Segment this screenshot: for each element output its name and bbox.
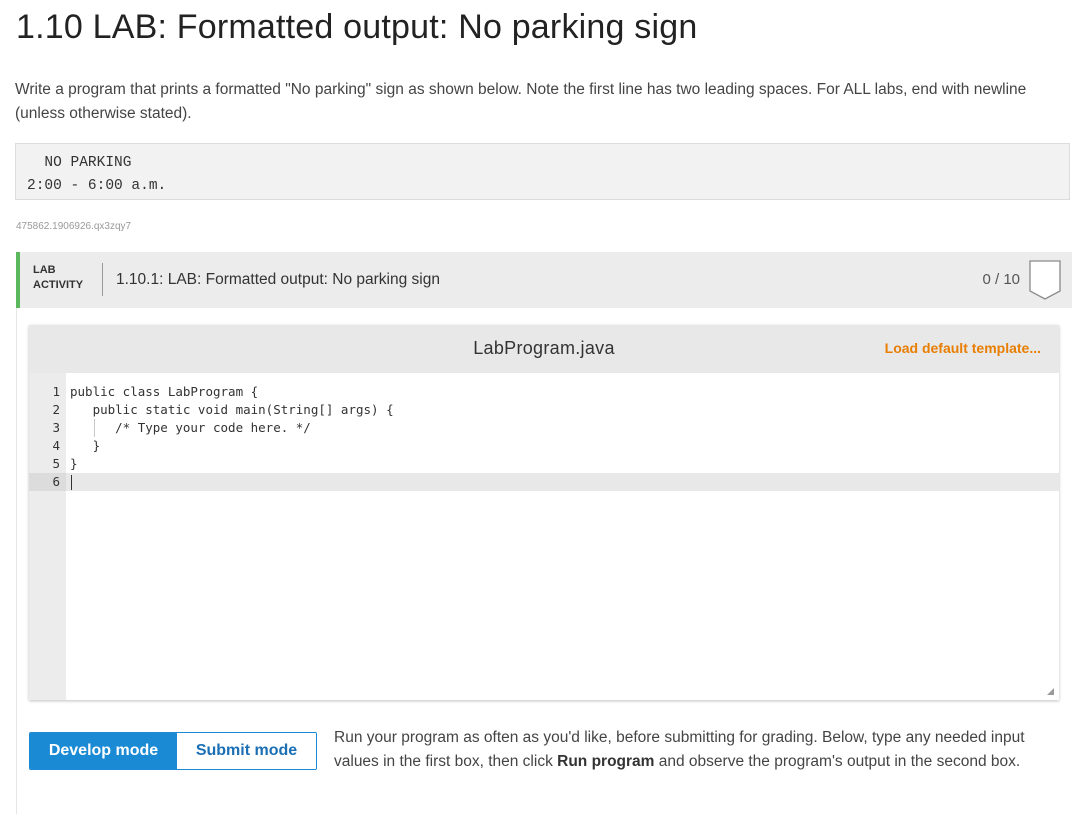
code-line[interactable]: public class LabProgram { — [70, 383, 258, 401]
badge-shield-icon — [1029, 260, 1061, 300]
lab-label-line-1: LAB — [33, 264, 56, 276]
lab-activity-name: 1.10.1: LAB: Formatted output: No parkin… — [116, 271, 440, 288]
code-line[interactable]: /* Type your code here. */ — [70, 419, 311, 437]
mode-toggle: Develop mode Submit mode — [29, 732, 317, 770]
line-number: 5 — [52, 456, 60, 471]
instructions-text: Write a program that prints a formatted … — [15, 81, 1027, 122]
code-line[interactable]: } — [70, 437, 101, 455]
lab-activity-header: LAB ACTIVITY 1.10.1: LAB: Formatted outp… — [16, 252, 1072, 308]
lab-activity-label: LAB ACTIVITY — [33, 263, 83, 293]
line-number: 4 — [52, 438, 60, 453]
page-title: 1.10 LAB: Formatted output: No parking s… — [16, 8, 698, 46]
line-number: 6 — [52, 474, 60, 489]
load-default-template-link[interactable]: Load default template... — [885, 340, 1041, 356]
activity-left-border — [16, 308, 17, 814]
editor-toolbar: LabProgram.java Load default template... — [29, 325, 1059, 373]
run-desc-after: and observe the program's output in the … — [654, 753, 1021, 770]
run-program-emphasis: Run program — [557, 753, 655, 770]
active-line-highlight — [66, 473, 1059, 491]
resize-handle-icon[interactable] — [1047, 688, 1054, 695]
lab-header-divider — [102, 263, 103, 296]
sample-output-line-2: 2:00 - 6:00 a.m. — [27, 178, 167, 194]
code-line[interactable]: } — [70, 455, 78, 473]
sample-output-line-1: NO PARKING — [27, 155, 132, 171]
line-number: 2 — [52, 402, 60, 417]
code-line[interactable]: public static void main(String[] args) { — [70, 401, 394, 419]
submit-mode-button[interactable]: Submit mode — [177, 733, 316, 769]
line-number: 1 — [52, 384, 60, 399]
lab-score: 0 / 10 — [982, 271, 1020, 288]
develop-mode-button[interactable]: Develop mode — [30, 733, 177, 769]
line-number: 3 — [52, 420, 60, 435]
page: 1.10 LAB: Formatted output: No parking s… — [0, 0, 1072, 814]
activity-id: 475862.1906926.qx3zqy7 — [16, 221, 132, 232]
sample-output-box: NO PARKING 2:00 - 6:00 a.m. — [15, 143, 1070, 200]
run-program-description: Run your program as often as you'd like,… — [334, 726, 1044, 774]
code-editor[interactable]: LabProgram.java Load default template...… — [29, 325, 1059, 700]
lab-label-line-2: ACTIVITY — [33, 279, 84, 291]
text-cursor — [71, 475, 72, 490]
